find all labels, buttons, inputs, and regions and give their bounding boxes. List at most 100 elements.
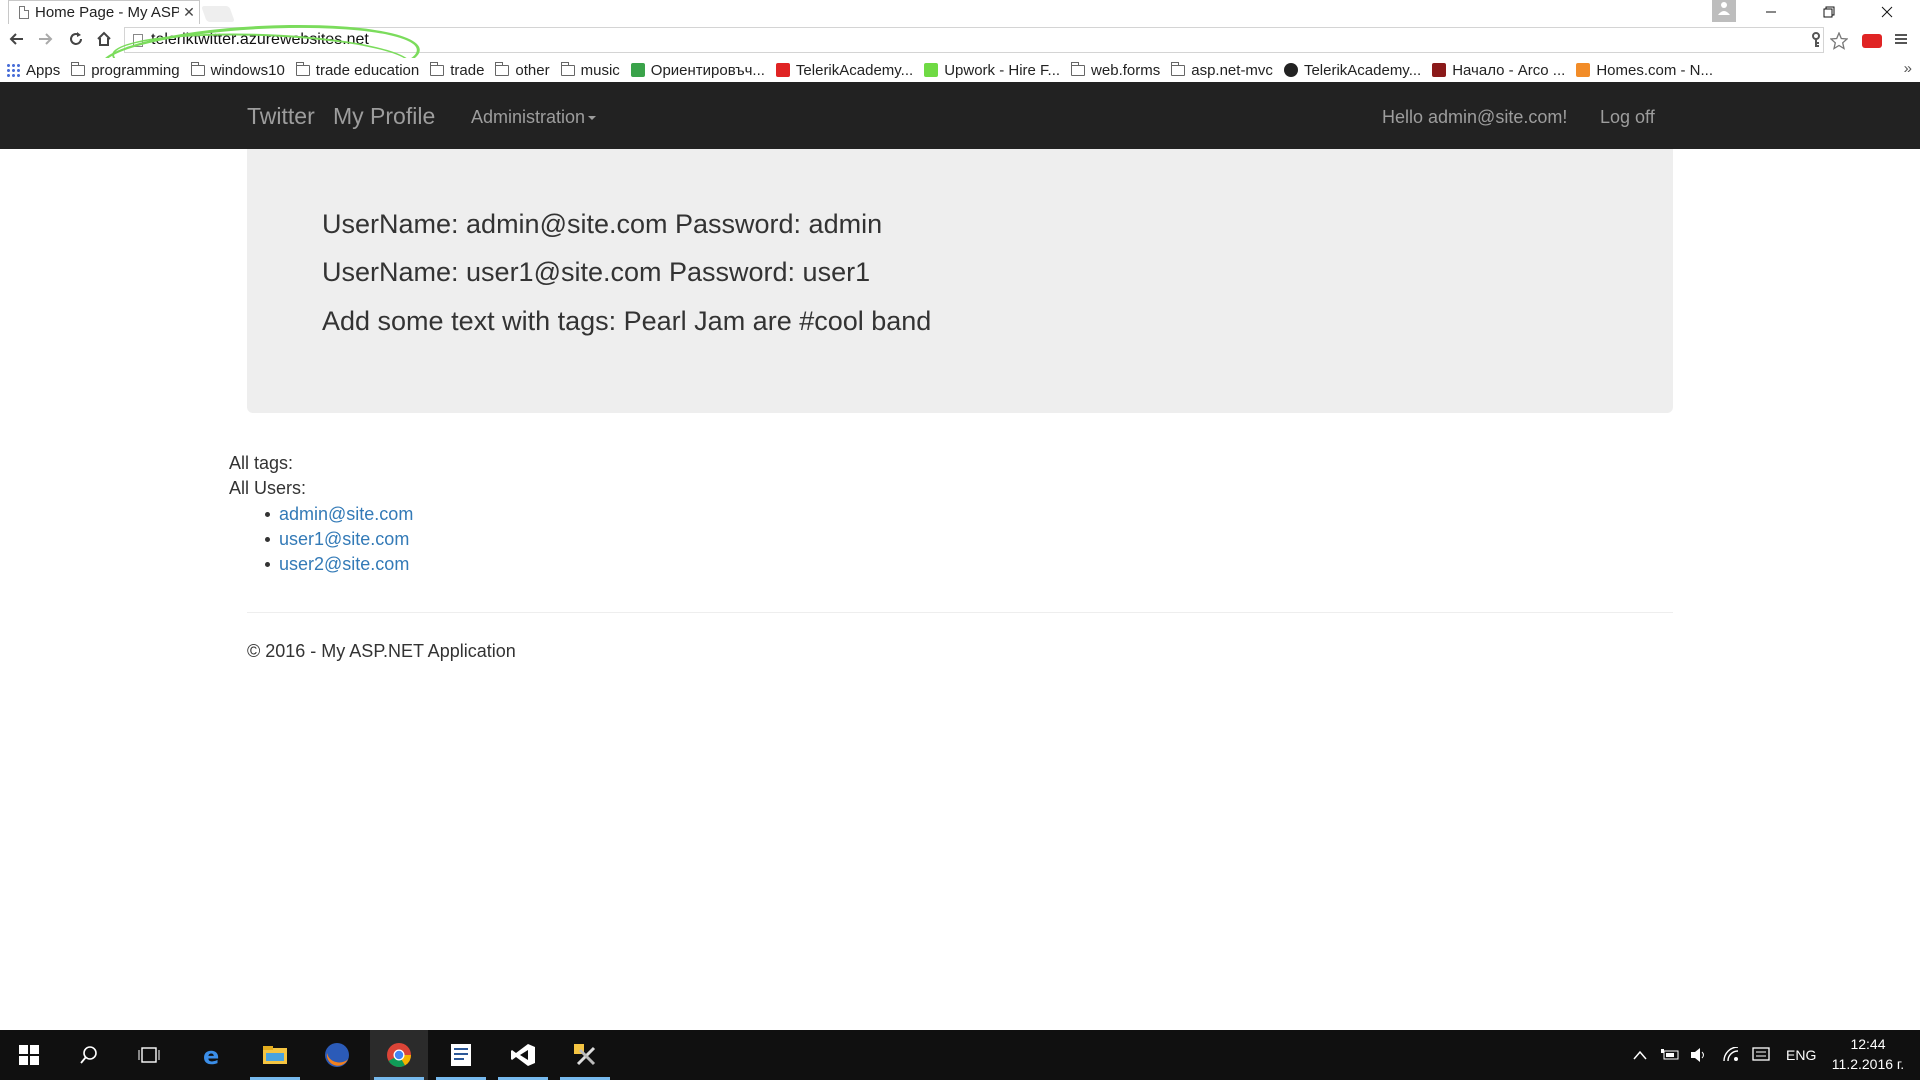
bookmark-label: TelerikAcademy... bbox=[795, 61, 914, 79]
visual-studio-icon[interactable] bbox=[494, 1030, 552, 1080]
url-text: teleriktwitter.azurewebsites.net bbox=[151, 31, 369, 48]
my-profile-link[interactable]: My Profile bbox=[333, 103, 435, 130]
user-greeting-link[interactable]: Hello admin@site.com! bbox=[1382, 107, 1567, 128]
browser-menu-icon[interactable] bbox=[1894, 32, 1908, 51]
github-icon bbox=[1283, 63, 1298, 77]
folder-icon bbox=[1171, 61, 1186, 76]
wifi-icon[interactable] bbox=[1722, 1030, 1740, 1080]
windows-start-icon[interactable] bbox=[0, 1030, 58, 1080]
bookmark-item[interactable]: TelerikAcademy... bbox=[1283, 61, 1422, 79]
credentials-admin: UserName: admin@site.com Password: admin bbox=[322, 209, 883, 239]
bookmarks-overflow-icon[interactable]: » bbox=[1904, 60, 1912, 77]
bookmarks-bar: Apps programming windows10 trade education t… bbox=[0, 58, 1920, 82]
bookmark-label: Homes.com - N... bbox=[1596, 61, 1713, 79]
clock-date: 11.2.2016 г. bbox=[1831, 1056, 1905, 1072]
system-clock[interactable]: 12:44 11.2.2016 г. bbox=[1828, 1034, 1908, 1074]
bookmark-item[interactable]: trade education bbox=[295, 61, 420, 79]
bookmark-item[interactable]: trade bbox=[430, 61, 485, 79]
back-icon[interactable] bbox=[4, 30, 28, 54]
language-indicator[interactable]: ENG bbox=[1786, 1030, 1816, 1080]
restore-icon[interactable] bbox=[1800, 0, 1858, 24]
bookmark-item[interactable]: Начало - Arco ... bbox=[1432, 62, 1565, 79]
administration-dropdown[interactable]: Administration bbox=[471, 107, 597, 128]
tools-app-icon[interactable] bbox=[556, 1030, 614, 1080]
logoff-link[interactable]: Log off bbox=[1600, 107, 1655, 128]
bookmark-item[interactable]: asp.net-mvc bbox=[1171, 61, 1273, 79]
administration-label: Administration bbox=[471, 107, 586, 127]
file-explorer-icon[interactable] bbox=[246, 1030, 304, 1080]
bookmark-label: TelerikAcademy... bbox=[1303, 61, 1422, 79]
chrome-icon[interactable] bbox=[370, 1030, 428, 1080]
bookmark-item[interactable]: Upwork - Hire F... bbox=[924, 62, 1060, 79]
edge-browser-icon[interactable]: e bbox=[184, 1030, 242, 1080]
tab-title: Home Page - My ASP bbox=[35, 4, 179, 21]
bookmark-label: asp.net-mvc bbox=[1191, 61, 1273, 79]
site-navbar: Twitter My Profile Administration Hello … bbox=[0, 82, 1920, 149]
new-tab-button[interactable] bbox=[201, 6, 235, 22]
homes-icon bbox=[1576, 63, 1591, 77]
bookmark-item[interactable]: music bbox=[560, 61, 620, 79]
page-info-icon[interactable] bbox=[133, 33, 143, 47]
bookmark-item[interactable]: TelerikAcademy... bbox=[775, 61, 914, 79]
bookmark-label: music bbox=[580, 61, 620, 79]
user-profile-icon[interactable] bbox=[1712, 0, 1736, 22]
user-link[interactable]: user1@site.com bbox=[264, 527, 413, 552]
volume-icon[interactable] bbox=[1690, 1030, 1708, 1080]
apps-grid-icon bbox=[6, 63, 20, 77]
folder-icon bbox=[190, 61, 205, 76]
address-bar[interactable]: teleriktwitter.azurewebsites.net bbox=[124, 27, 1824, 53]
battery-icon[interactable] bbox=[1660, 1030, 1680, 1080]
minimize-icon[interactable] bbox=[1742, 0, 1800, 24]
bookmark-item[interactable]: web.forms bbox=[1071, 61, 1161, 79]
folder-icon bbox=[71, 61, 86, 76]
action-center-icon[interactable] bbox=[1752, 1030, 1770, 1080]
bookmark-label: Ориентировъч... bbox=[650, 61, 765, 79]
user-link[interactable]: user2@site.com bbox=[264, 552, 413, 577]
bookmark-label: web.forms bbox=[1091, 61, 1161, 79]
folder-icon bbox=[560, 61, 575, 76]
task-view-icon[interactable] bbox=[120, 1030, 178, 1080]
user-link[interactable]: admin@site.com bbox=[264, 502, 413, 527]
bookmark-item[interactable]: Ориентировъч... bbox=[630, 61, 765, 79]
forward-icon[interactable] bbox=[34, 30, 58, 54]
browser-tab[interactable]: Home Page - My ASP ✕ bbox=[8, 0, 200, 24]
bookmark-item[interactable]: Homes.com - N... bbox=[1576, 62, 1713, 79]
bookmark-label: trade bbox=[450, 61, 485, 79]
browser-tabstrip: Home Page - My ASP ✕ bbox=[0, 0, 1920, 24]
bookmark-label: windows10 bbox=[210, 61, 285, 79]
upwork-icon bbox=[924, 63, 939, 77]
footer-text: © 2016 - My ASP.NET Application bbox=[247, 641, 516, 661]
extension-icon[interactable] bbox=[1862, 34, 1882, 48]
caret-down-icon bbox=[588, 116, 597, 121]
tray-overflow-icon[interactable] bbox=[1633, 1030, 1647, 1080]
bookmark-item[interactable]: programming bbox=[71, 61, 180, 79]
firefox-icon[interactable] bbox=[308, 1030, 366, 1080]
green-star-icon bbox=[630, 63, 645, 77]
brand-link[interactable]: Twitter bbox=[247, 103, 315, 130]
reload-icon[interactable] bbox=[64, 30, 88, 54]
bookmark-label: Upwork - Hire F... bbox=[944, 61, 1061, 79]
clock-time: 12:44 bbox=[1850, 1036, 1886, 1052]
youtube-icon bbox=[775, 63, 790, 77]
footer-divider bbox=[247, 612, 1673, 613]
bookmark-item[interactable]: windows10 bbox=[190, 61, 285, 79]
bookmark-label: trade education bbox=[315, 61, 420, 79]
folder-icon bbox=[1071, 61, 1086, 76]
key-icon[interactable] bbox=[1810, 32, 1822, 53]
tags-hint: Add some text with tags: Pearl Jam are #… bbox=[322, 306, 932, 336]
close-window-icon[interactable] bbox=[1858, 0, 1916, 24]
search-icon[interactable] bbox=[60, 1030, 118, 1080]
bookmark-label: Начало - Arco ... bbox=[1452, 61, 1566, 79]
bookmark-item[interactable]: other bbox=[495, 61, 550, 79]
user-list: admin@site.com user1@site.com user2@site… bbox=[264, 502, 413, 577]
document-app-icon[interactable] bbox=[432, 1030, 490, 1080]
credentials-user1: UserName: user1@site.com Password: user1 bbox=[322, 257, 871, 287]
close-tab-icon[interactable]: ✕ bbox=[179, 4, 199, 21]
all-users-label: All Users: bbox=[229, 478, 307, 498]
arco-icon bbox=[1432, 63, 1447, 77]
bookmark-item[interactable]: Apps bbox=[6, 62, 60, 79]
bookmark-star-icon[interactable] bbox=[1829, 31, 1849, 55]
home-icon[interactable] bbox=[92, 30, 116, 54]
folder-icon bbox=[495, 61, 510, 76]
windows-taskbar: e ENG 12:44 11.2.2016 г. bbox=[0, 1030, 1920, 1080]
